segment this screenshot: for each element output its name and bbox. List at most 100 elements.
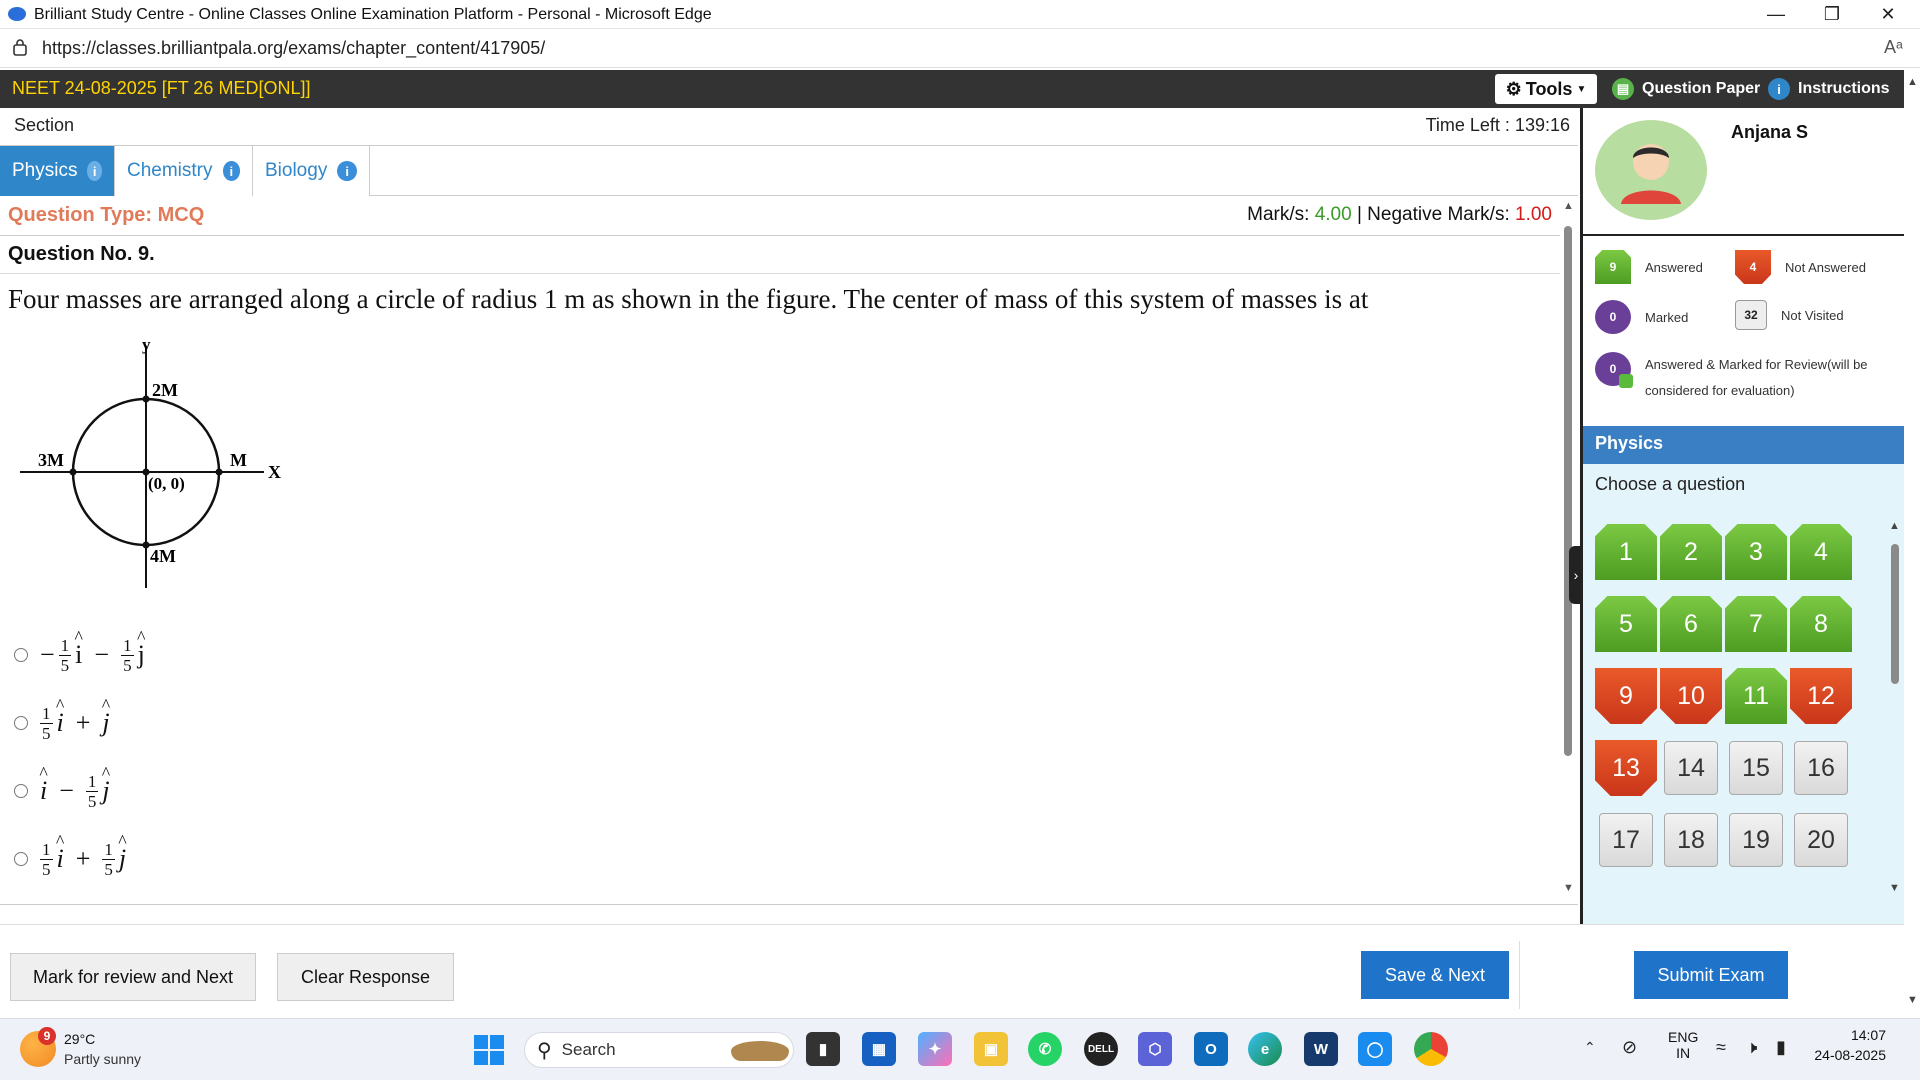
copilot-icon[interactable]: ✦ [918, 1032, 952, 1066]
question-button[interactable]: 16 [1794, 741, 1848, 795]
scroll-up-arrow[interactable]: ▲ [1889, 520, 1900, 532]
question-button[interactable]: 5 [1595, 596, 1657, 652]
divider [0, 904, 1578, 905]
scroll-down-arrow[interactable]: ▼ [1563, 882, 1574, 894]
scroll-thumb[interactable] [1891, 544, 1899, 684]
page-scrollbar[interactable]: ▲ ▼ [1904, 70, 1920, 1018]
option-radio[interactable] [14, 716, 28, 730]
info-icon[interactable]: i [87, 161, 102, 181]
question-button[interactable]: 4 [1790, 524, 1852, 580]
option-1[interactable]: − 15 i − 15 j [14, 630, 145, 680]
mass-dot-left [69, 468, 77, 476]
legend-label: Not Answered [1785, 259, 1866, 275]
dell-icon[interactable]: DELL [1084, 1032, 1118, 1066]
clock-date: 24-08-2025 [1814, 1047, 1886, 1063]
scroll-down-arrow[interactable]: ▼ [1907, 994, 1918, 1006]
question-button[interactable]: 13 [1595, 740, 1657, 796]
zoom-icon[interactable]: ◯ [1358, 1032, 1392, 1066]
webex-icon[interactable]: W [1304, 1032, 1338, 1066]
restore-button[interactable]: ❐ [1804, 0, 1860, 29]
tab-physics[interactable]: Physics i [0, 146, 115, 196]
task-view-icon[interactable]: ▮ [806, 1032, 840, 1066]
option-4-expression: 15 i + 15 j [40, 840, 126, 879]
tools-dropdown[interactable]: ⚙ Tools ▼ [1495, 74, 1597, 104]
option-radio[interactable] [14, 784, 28, 798]
question-button[interactable]: 18 [1664, 813, 1718, 867]
question-button[interactable]: 15 [1729, 741, 1783, 795]
fraction: 15 [102, 839, 115, 879]
question-button[interactable]: 14 [1664, 741, 1718, 795]
question-button[interactable]: 19 [1729, 813, 1783, 867]
weather-temp[interactable]: 29°C [64, 1031, 95, 1047]
edge-profile-icon[interactable] [8, 7, 26, 21]
scroll-thumb[interactable] [1564, 226, 1572, 756]
submit-exam-button[interactable]: Submit Exam [1634, 951, 1788, 999]
option-4[interactable]: 15 i + 15 j [14, 834, 126, 884]
question-button[interactable]: 17 [1599, 813, 1653, 867]
volume-muted-icon[interactable]: 🕨 [1746, 1037, 1757, 1058]
question-button[interactable]: 8 [1790, 596, 1852, 652]
option-3[interactable]: i − 15 j [14, 766, 110, 816]
close-window-button[interactable]: ✕ [1860, 0, 1916, 29]
question-paper-button[interactable]: ▤ Question Paper [1612, 76, 1760, 102]
save-next-button[interactable]: Save & Next [1361, 951, 1509, 999]
scroll-up-arrow[interactable]: ▲ [1907, 76, 1918, 88]
app-hexagon-icon[interactable]: ⬡ [1138, 1032, 1172, 1066]
scroll-down-arrow[interactable]: ▼ [1889, 882, 1900, 894]
answered-badge: 9 [1595, 250, 1631, 284]
question-button[interactable]: 20 [1794, 813, 1848, 867]
question-button[interactable]: 2 [1660, 524, 1722, 580]
taskbar: 9 29°C Partly sunny ⚲ Search ▮ ▦ ✦ ▣ ✆ D… [0, 1018, 1920, 1080]
file-explorer-icon[interactable]: ▣ [974, 1032, 1008, 1066]
battery-icon[interactable]: ▮ [1776, 1037, 1786, 1058]
option-2[interactable]: 15 i + j [14, 698, 110, 748]
palette-scrollbar[interactable]: ▲ ▼ [1887, 520, 1903, 900]
minimize-button[interactable]: — [1748, 0, 1804, 29]
collapse-panel-handle[interactable]: › [1569, 546, 1583, 604]
weather-desc[interactable]: Partly sunny [64, 1051, 141, 1067]
not-answered-badge: 4 [1735, 250, 1771, 284]
scroll-up-arrow[interactable]: ▲ [1563, 200, 1574, 212]
question-button[interactable]: 6 [1660, 596, 1722, 652]
clear-response-button[interactable]: Clear Response [277, 953, 454, 1001]
info-icon[interactable]: i [337, 161, 357, 181]
fraction: 15 [40, 839, 53, 879]
question-button[interactable]: 11 [1725, 668, 1787, 724]
wifi-icon[interactable]: ≈ [1716, 1037, 1726, 1058]
tab-chemistry[interactable]: Chemistry i [115, 146, 253, 196]
url-text[interactable]: https://classes.brilliantpala.org/exams/… [42, 38, 545, 59]
question-button[interactable]: 10 [1660, 668, 1722, 724]
clock[interactable]: 14:07 24-08-2025 [1808, 1027, 1886, 1063]
taskbar-search-box[interactable]: ⚲ Search [524, 1032, 794, 1068]
tab-biology[interactable]: Biology i [253, 146, 370, 196]
question-button[interactable]: 1 [1595, 524, 1657, 580]
question-button[interactable]: 7 [1725, 596, 1787, 652]
gear-icon: ⚙ [1505, 78, 1522, 99]
question-button[interactable]: 3 [1725, 524, 1787, 580]
unit-vector-i: i [75, 640, 82, 670]
question-button[interactable]: 12 [1790, 668, 1852, 724]
windows-start-icon[interactable] [474, 1035, 504, 1065]
option-radio[interactable] [14, 852, 28, 866]
whatsapp-icon[interactable]: ✆ [1028, 1032, 1062, 1066]
check-icon [1619, 374, 1633, 388]
language-indicator[interactable]: ENG IN [1668, 1029, 1698, 1061]
show-hidden-icons[interactable]: ⌃ [1584, 1039, 1596, 1056]
question-button[interactable]: 9 [1595, 668, 1657, 724]
mark-review-next-button[interactable]: Mark for review and Next [10, 953, 256, 1001]
edge-icon[interactable]: e [1248, 1032, 1282, 1066]
lock-icon[interactable] [12, 38, 28, 56]
read-aloud-icon[interactable]: Aᵃ [1884, 37, 1903, 58]
store-icon[interactable]: ▦ [862, 1032, 896, 1066]
network-off-icon[interactable]: ⊘ [1622, 1037, 1637, 1058]
option-1-expression: − 15 i − 15 j [40, 636, 145, 675]
outlook-icon[interactable]: O [1194, 1032, 1228, 1066]
legend-marked: 0 Marked [1595, 300, 1688, 334]
instructions-button[interactable]: i Instructions [1768, 76, 1890, 102]
chrome-icon[interactable] [1414, 1032, 1448, 1066]
negative-marks-label: | Negative Mark/s: [1356, 204, 1510, 225]
option-radio[interactable] [14, 648, 28, 662]
question-figure: y X 2M 3M M 4M (0, 0) [20, 336, 281, 588]
user-avatar-icon [1621, 144, 1681, 204]
info-icon[interactable]: i [222, 161, 240, 181]
